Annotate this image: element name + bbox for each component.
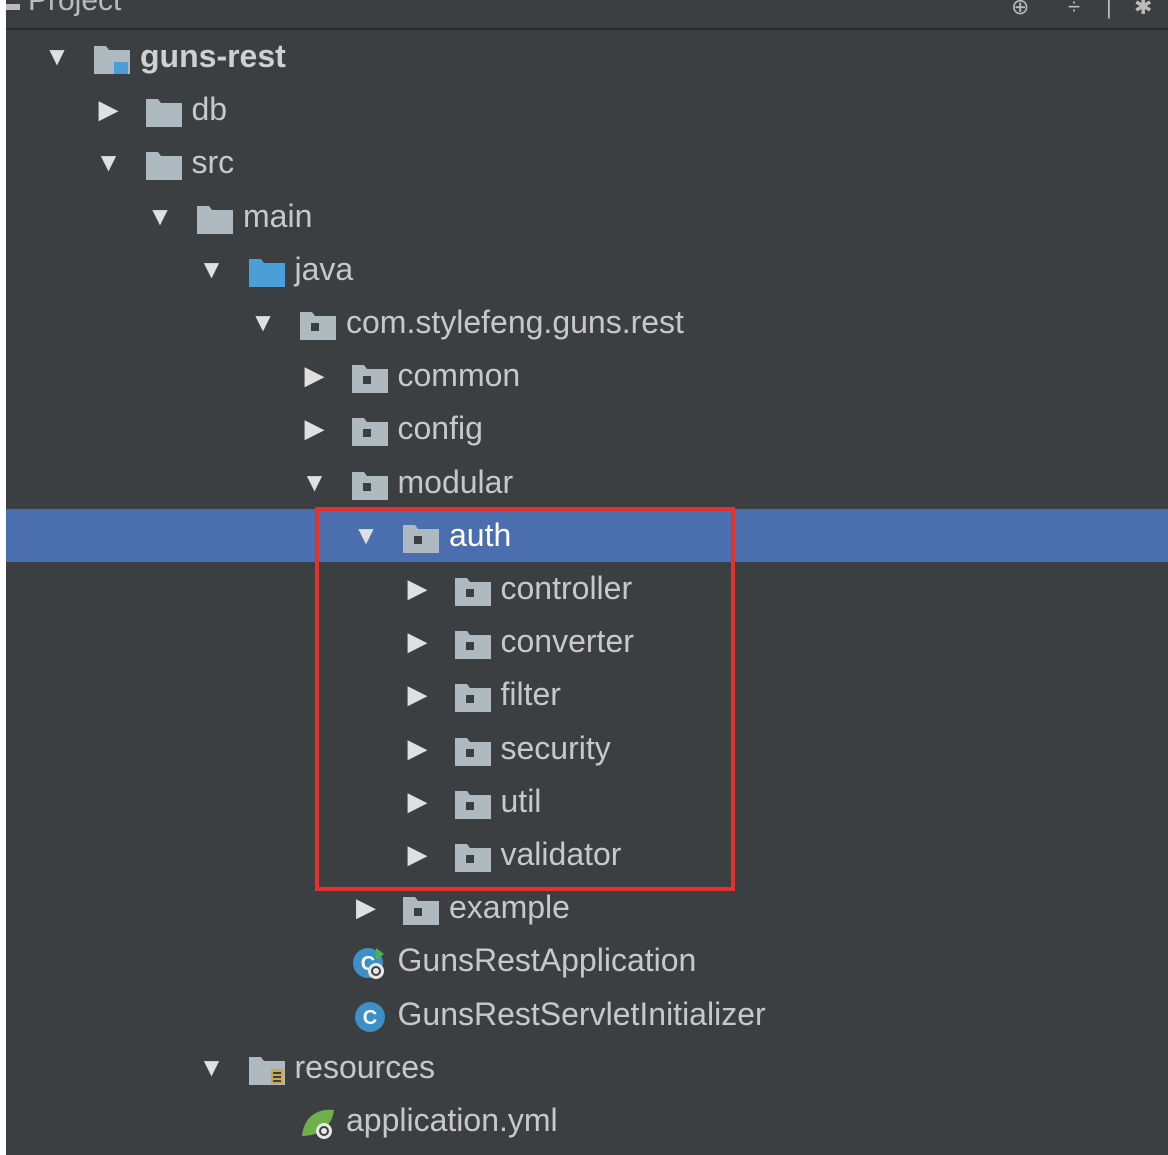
- tree-item-label: controller: [500, 570, 633, 606]
- tool-window-icon: [6, 4, 20, 10]
- tree-item-label: com.stylefeng.guns.rest: [346, 304, 684, 340]
- tree-row[interactable]: ▶ controller: [6, 562, 1168, 615]
- tree-item-label: resources: [294, 1048, 436, 1085]
- package-icon: [401, 893, 441, 927]
- package-icon: [453, 680, 493, 714]
- tree-row[interactable]: ▼ java: [6, 243, 1168, 296]
- spring-boot-class-icon: C: [350, 946, 390, 980]
- tree-item-label: application.yml: [346, 1102, 558, 1138]
- class-icon: C: [350, 1000, 390, 1034]
- collapse-arrow-icon[interactable]: ▼: [145, 190, 175, 243]
- tree-row[interactable]: application.yml: [6, 1094, 1168, 1147]
- tree-item-label: filter: [500, 676, 561, 713]
- tree-row[interactable]: ▶ validator: [6, 828, 1168, 881]
- tree-item-label: GunsRestApplication: [397, 942, 697, 979]
- tree-item-label: modular: [397, 463, 514, 500]
- collapse-arrow-icon[interactable]: ▼: [197, 1041, 227, 1094]
- tree-item-label: security: [500, 729, 611, 766]
- tree-item-label: util: [500, 782, 542, 819]
- package-icon: [350, 414, 390, 448]
- tree-item-label: main: [243, 197, 313, 234]
- folder-icon: [144, 148, 184, 182]
- tree-row[interactable]: ▶ config: [6, 402, 1168, 455]
- package-icon: [350, 468, 390, 502]
- package-icon: [453, 627, 493, 661]
- expand-arrow-icon[interactable]: ▶: [403, 668, 433, 721]
- package-icon: [350, 361, 390, 395]
- tree-row[interactable]: ▼ guns-rest: [6, 30, 1168, 83]
- tree-item-label: db: [191, 91, 228, 128]
- folder-icon: [195, 202, 235, 236]
- tree-row[interactable]: ▶ example: [6, 881, 1168, 934]
- tree-row[interactable]: C GunsRestServletInitializer: [6, 988, 1168, 1041]
- collapse-arrow-icon[interactable]: ▼: [351, 509, 381, 562]
- tree-item-label: java: [294, 250, 354, 287]
- tool-window-header: Project ⊕ ÷ | ✱: [6, 0, 1168, 30]
- tree-item-label: auth: [449, 516, 512, 553]
- tree-row[interactable]: ▼ com.stylefeng.guns.rest: [6, 296, 1168, 349]
- target-icon[interactable]: ⊕: [1011, 0, 1029, 18]
- package-icon: [453, 574, 493, 608]
- expand-arrow-icon[interactable]: ▶: [300, 349, 330, 402]
- tree-row[interactable]: ▶ common: [6, 349, 1168, 402]
- tool-window-title: Project: [28, 0, 122, 17]
- folder-icon: [144, 95, 184, 129]
- tree-row[interactable]: ▶ filter: [6, 668, 1168, 721]
- collapse-arrow-icon[interactable]: ▼: [94, 136, 124, 189]
- expand-arrow-icon[interactable]: ▶: [403, 615, 433, 668]
- tree-row[interactable]: ▶ security: [6, 722, 1168, 775]
- tree-item-label: converter: [500, 623, 634, 660]
- spring-yml-icon: [298, 1106, 338, 1140]
- tree-item-label: example: [449, 889, 570, 926]
- gear-icon[interactable]: ✱: [1134, 0, 1152, 18]
- resources-folder-icon: [247, 1053, 287, 1087]
- collapse-arrow-icon[interactable]: ▼: [300, 456, 330, 509]
- tree-item-label: GunsRestServletInitializer: [397, 995, 766, 1032]
- tree-item-label: common: [397, 357, 521, 394]
- expand-arrow-icon[interactable]: ▶: [351, 881, 381, 934]
- tree-item-label: guns-rest: [140, 38, 286, 74]
- tree-row[interactable]: ▼ auth: [6, 508, 1168, 562]
- tree-item-label: config: [397, 410, 483, 447]
- module-folder-icon: [92, 42, 132, 76]
- package-icon: [298, 308, 338, 342]
- expand-arrow-icon[interactable]: ▶: [94, 83, 124, 136]
- tree-item-label: src: [191, 144, 235, 181]
- package-icon: [453, 734, 493, 768]
- expand-arrow-icon[interactable]: ▶: [403, 775, 433, 828]
- tree-row[interactable]: C GunsRestApplication: [6, 934, 1168, 987]
- project-tool-window: Project ⊕ ÷ | ✱ ▼ guns-rest ▶ db ▼ src ▼ ma…: [6, 0, 1168, 1155]
- collapse-arrow-icon[interactable]: ▼: [197, 243, 227, 296]
- svg-text:C: C: [362, 1007, 376, 1029]
- source-folder-icon: [247, 255, 287, 289]
- tree-item-label: validator: [500, 836, 622, 872]
- package-icon: [453, 787, 493, 821]
- collapse-arrow-icon[interactable]: ▼: [42, 30, 72, 83]
- tree-row[interactable]: ▼ resources: [6, 1041, 1168, 1094]
- expand-arrow-icon[interactable]: ▶: [403, 562, 433, 615]
- tree-row[interactable]: ▶ db: [6, 83, 1168, 136]
- expand-arrow-icon[interactable]: ▶: [403, 722, 433, 775]
- tree-row[interactable]: ▼ src: [6, 136, 1168, 189]
- tree-row[interactable]: ▼ modular: [6, 456, 1168, 509]
- package-icon: [453, 840, 493, 874]
- expand-arrow-icon[interactable]: ▶: [403, 828, 433, 881]
- tree-row[interactable]: ▼ main: [6, 190, 1168, 243]
- tree-row[interactable]: ▶ converter: [6, 615, 1168, 668]
- expand-arrow-icon[interactable]: ▶: [300, 402, 330, 455]
- settings-icon[interactable]: |: [1106, 0, 1112, 18]
- package-icon: [401, 521, 441, 555]
- collapse-arrow-icon[interactable]: ▼: [248, 296, 278, 349]
- collapse-icon[interactable]: ÷: [1068, 0, 1080, 18]
- tree-row[interactable]: ▶ util: [6, 775, 1168, 828]
